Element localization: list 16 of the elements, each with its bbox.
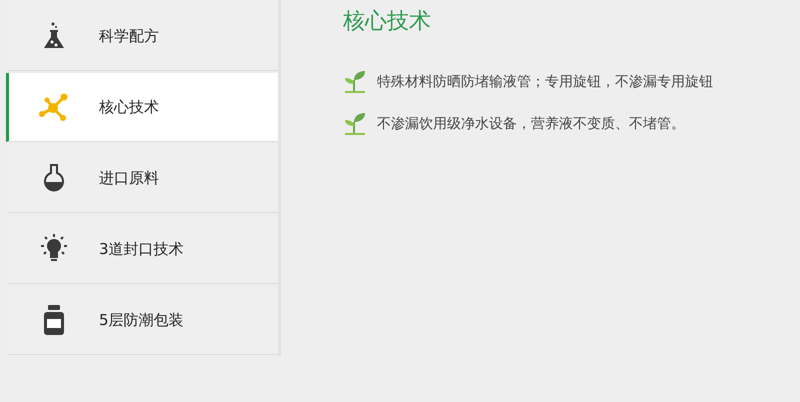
lightbulb-icon [39, 234, 69, 264]
sprout-icon [343, 112, 367, 136]
tab-label: 核心技术 [99, 98, 159, 116]
feature-text: 不渗漏饮用级净水设备，营养液不变质、不堵管。 [377, 115, 685, 133]
tab-label: 5层防潮包装 [99, 310, 184, 330]
round-flask-icon [42, 163, 66, 193]
sidebar-tab[interactable]: 核心技术 [6, 73, 278, 142]
tab-label: 进口原料 [99, 168, 159, 188]
tab-label: 3道封口技术 [99, 240, 184, 258]
bottle-icon [43, 305, 65, 335]
sprout-icon [343, 70, 367, 94]
molecule-icon [38, 92, 70, 122]
feature-text: 特殊材料防晒防堵输液管；专用旋钮，不渗漏专用旋钮 [377, 73, 713, 91]
section-title: 核心技术 [343, 8, 432, 36]
tab-label: 科学配方 [99, 26, 159, 46]
flask-icon [43, 22, 65, 50]
